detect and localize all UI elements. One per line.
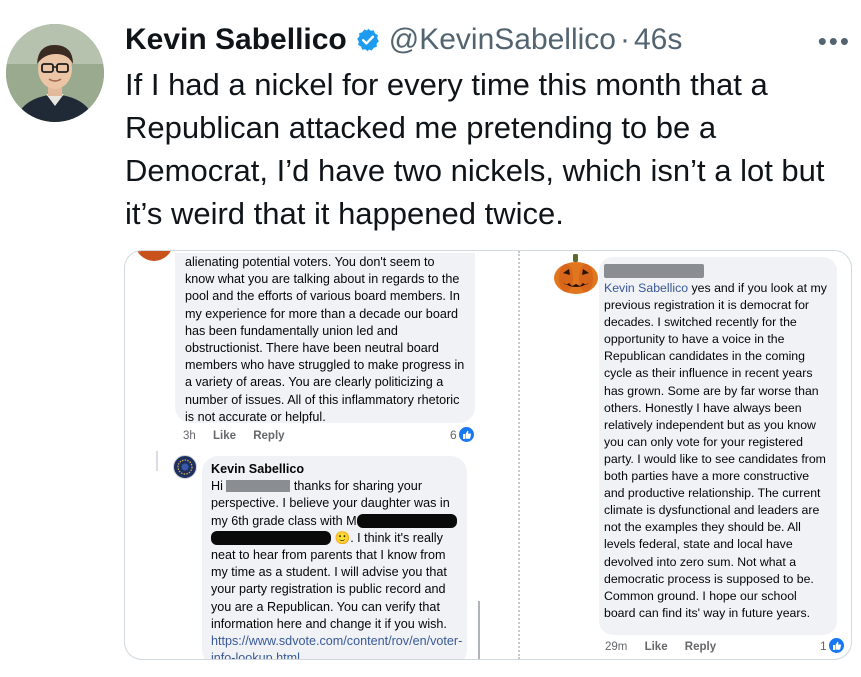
redacted-name [211, 530, 331, 545]
reaction-count[interactable]: 6 [450, 427, 474, 442]
commenter-avatar [135, 251, 173, 261]
smile-emoji-icon: 🙂 [334, 530, 351, 545]
author-name[interactable]: Kevin Sabellico [125, 23, 347, 57]
reaction-number: 1 [820, 638, 827, 653]
comment-meta: 3h Like Reply [183, 430, 285, 442]
profile-photo-icon [6, 24, 104, 122]
thumbs-up-icon [828, 638, 844, 653]
redacted-name [604, 264, 704, 278]
redacted-name [226, 480, 291, 493]
reply-link[interactable]: Reply [685, 641, 716, 653]
reply-greeting: Hi [211, 479, 223, 494]
tweet: Kevin Sabellico @KevinSabellico · 46s ••… [0, 0, 861, 677]
mention-link[interactable]: Kevin Sabellico [604, 281, 688, 295]
image-divider [518, 251, 520, 659]
verified-badge-icon[interactable] [355, 27, 381, 53]
reply-text-part2: . I think it's really neat to hear from … [211, 530, 447, 631]
reaction-count[interactable]: 1 [820, 638, 844, 653]
comment-time: 29m [605, 641, 628, 653]
thumbs-up-icon [458, 427, 474, 442]
pumpkin-avatar-icon[interactable] [552, 252, 600, 296]
tweet-text: If I had a nickel for every time this mo… [125, 67, 825, 231]
comment-meta: 29m Like Reply [605, 641, 716, 653]
like-link[interactable]: Like [213, 430, 236, 442]
more-options-icon[interactable]: ••• [818, 26, 851, 57]
comment-text: alienating potential voters. You don't s… [185, 255, 465, 424]
thread-line [156, 451, 158, 471]
reply-link[interactable]: Reply [253, 430, 284, 442]
tweet-timestamp[interactable]: 46s [634, 23, 682, 57]
like-link[interactable]: Like [645, 641, 668, 653]
reply-content: Kevin Sabellico Hi thanks for sharing yo… [211, 461, 462, 659]
tweet-header: Kevin Sabellico @KevinSabellico · 46s [125, 20, 682, 60]
comment-time: 3h [183, 430, 196, 442]
reply-author[interactable]: Kevin Sabellico [211, 461, 457, 478]
comment-bubble: alienating potential voters. You don't s… [175, 253, 475, 424]
redacted-name [356, 513, 457, 528]
author-avatar[interactable] [6, 24, 104, 122]
separator-dot: · [620, 23, 630, 56]
reaction-number: 6 [450, 427, 457, 442]
author-handle[interactable]: @KevinSabellico [389, 23, 616, 57]
kevin-avatar[interactable] [173, 455, 197, 479]
comment-text: yes and if you look at my previous regis… [604, 281, 827, 620]
comment-content: Kevin Sabellico yes and if you look at m… [604, 280, 829, 622]
comment-bubble: Kevin Sabellico yes and if you look at m… [599, 257, 837, 635]
voter-lookup-link[interactable]: https://www.sdvote.com/content/rov/en/vo… [211, 634, 462, 659]
reply-bubble: Kevin Sabellico Hi thanks for sharing yo… [202, 456, 467, 659]
tweet-media-image[interactable]: alienating potential voters. You don't s… [124, 250, 852, 660]
scrollbar[interactable] [478, 601, 480, 659]
